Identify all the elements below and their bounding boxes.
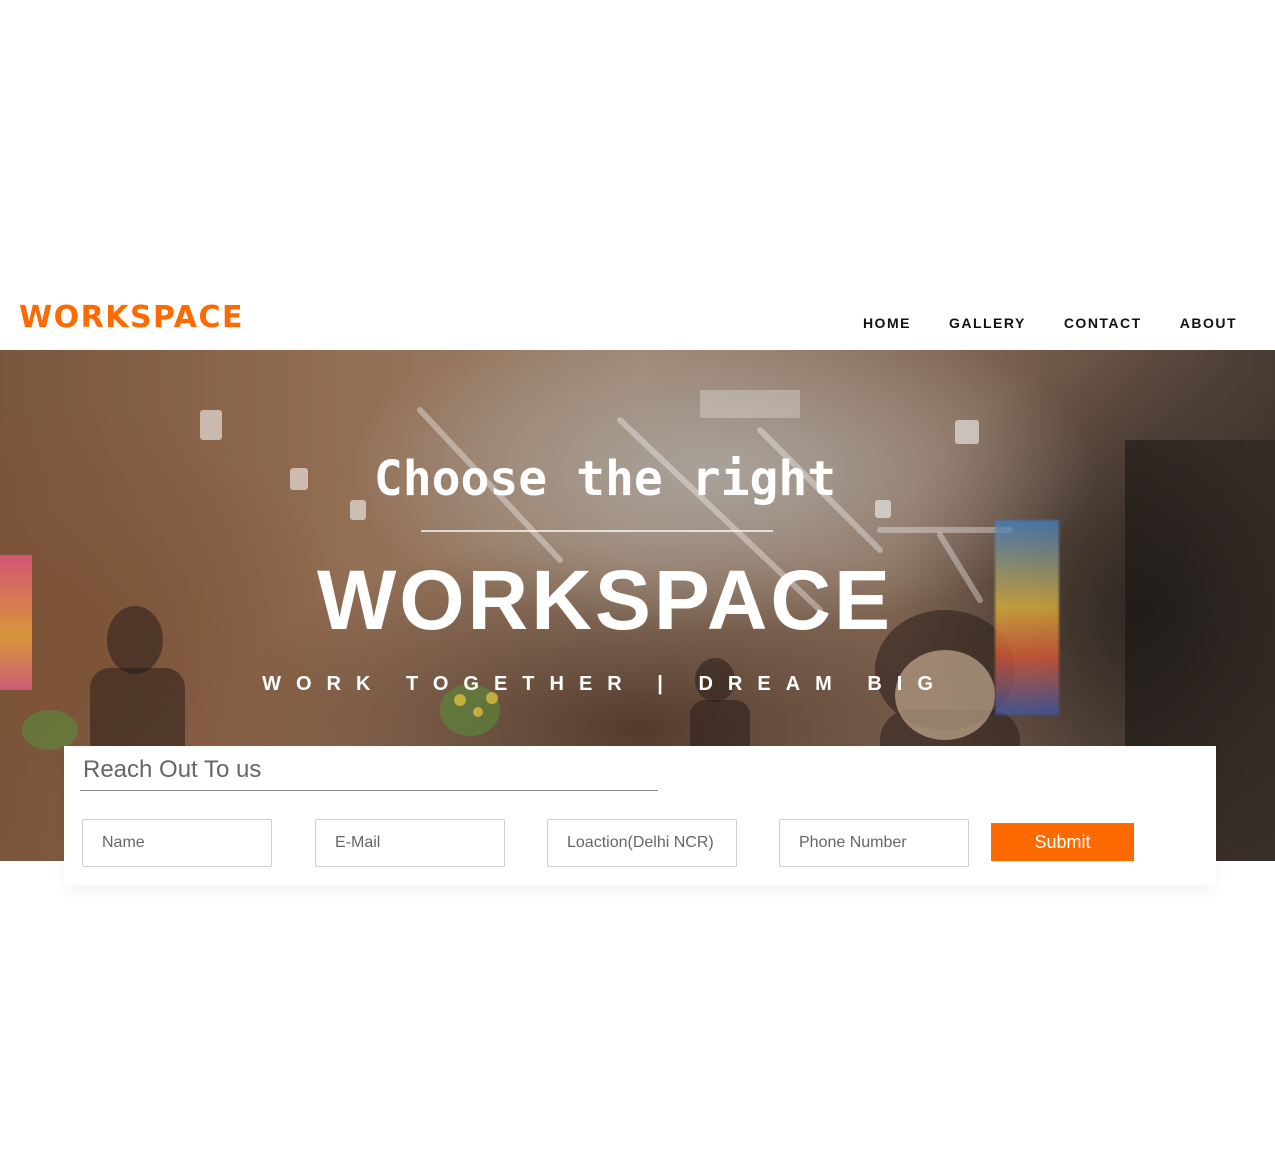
nav-link-contact[interactable]: CONTACT [1064, 314, 1142, 332]
page: WORKSPACE HOME GALLERY CONTACT ABOUT Cho… [0, 0, 1275, 1157]
name-field[interactable] [82, 819, 272, 867]
hero-kicker: Choose the right [373, 451, 837, 507]
hero-title: WORKSPACE [316, 553, 894, 647]
nav-link-about[interactable]: ABOUT [1180, 314, 1237, 332]
contact-heading: Reach Out To us [83, 756, 262, 783]
hero-divider [421, 530, 773, 532]
phone-field[interactable] [779, 819, 969, 867]
contact-form: Reach Out To us Submit [64, 746, 1216, 885]
email-field[interactable] [315, 819, 505, 867]
contact-heading-divider [80, 790, 658, 791]
brand-logo[interactable]: WORKSPACE [19, 298, 244, 338]
location-field[interactable] [547, 819, 737, 867]
submit-button[interactable]: Submit [991, 823, 1134, 861]
nav-link-home[interactable]: HOME [863, 314, 911, 332]
main-nav: HOME GALLERY CONTACT ABOUT [863, 314, 1237, 332]
nav-link-gallery[interactable]: GALLERY [949, 314, 1026, 332]
navbar: WORKSPACE HOME GALLERY CONTACT ABOUT [0, 290, 1275, 350]
hero-tagline: WORK TOGETHER | DREAM BIG [262, 673, 948, 695]
